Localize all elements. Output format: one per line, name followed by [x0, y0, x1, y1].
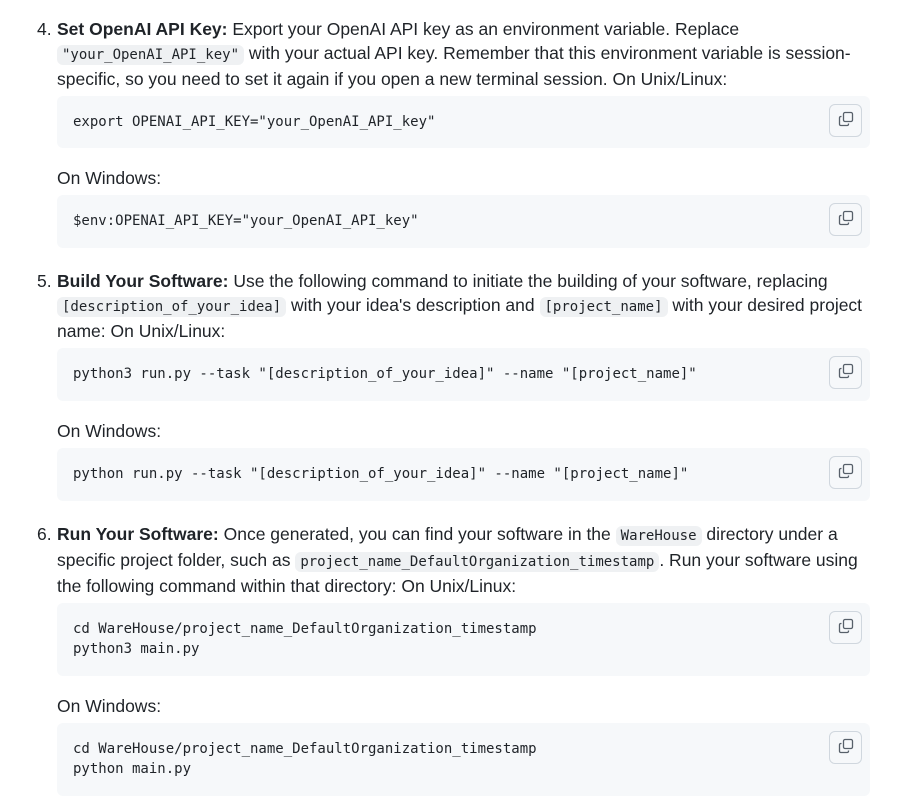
windows-label: On Windows:	[57, 421, 162, 441]
copy-button[interactable]	[829, 203, 862, 236]
code-block-windows: python run.py --task "[description_of_yo…	[57, 448, 870, 501]
windows-label: On Windows:	[57, 696, 162, 716]
code-block-unix: cd WareHouse/project_name_DefaultOrganiz…	[57, 603, 870, 676]
inline-code: [project_name]	[539, 297, 668, 317]
step-description: Set OpenAI API Key: Export your OpenAI A…	[57, 17, 870, 91]
copy-button[interactable]	[829, 731, 862, 764]
code-line: python main.py	[73, 761, 192, 777]
step-description: Build Your Software: Use the following c…	[57, 269, 870, 343]
copy-icon	[838, 736, 854, 760]
copy-icon	[838, 616, 854, 640]
step-title: Set OpenAI API Key:	[57, 19, 228, 39]
code-block-unix: python3 run.py --task "[description_of_y…	[57, 348, 870, 401]
inline-code: "your_OpenAI_API_key"	[57, 45, 245, 65]
instruction-steps: 4. Set OpenAI API Key: Export your OpenA…	[0, 0, 899, 796]
copy-icon	[838, 361, 854, 385]
code-line: $env:OPENAI_API_KEY="your_OpenAI_API_key…	[73, 213, 419, 229]
windows-label: On Windows:	[57, 168, 162, 188]
code-line: python run.py --task "[description_of_yo…	[73, 466, 689, 482]
copy-icon	[838, 461, 854, 485]
step-number: 4.	[37, 19, 52, 39]
code-line: python3 main.py	[73, 641, 200, 657]
copy-icon	[838, 109, 854, 133]
code-block-windows: cd WareHouse/project_name_DefaultOrganiz…	[57, 723, 870, 796]
inline-code: project_name_DefaultOrganization_timesta…	[295, 552, 660, 572]
copy-button[interactable]	[829, 456, 862, 489]
step-text: Use the following command to initiate th…	[228, 271, 828, 291]
copy-button[interactable]	[829, 104, 862, 137]
step-title: Run Your Software:	[57, 524, 219, 544]
code-line: export OPENAI_API_KEY="your_OpenAI_API_k…	[73, 114, 436, 130]
copy-button[interactable]	[829, 356, 862, 389]
step-4: 4. Set OpenAI API Key: Export your OpenA…	[0, 0, 899, 248]
code-block-windows: $env:OPENAI_API_KEY="your_OpenAI_API_key…	[57, 195, 870, 248]
step-text: Export your OpenAI API key as an environ…	[227, 19, 740, 39]
step-number: 5.	[37, 271, 52, 291]
step-text: with your idea's description and	[286, 295, 540, 315]
code-block-unix: export OPENAI_API_KEY="your_OpenAI_API_k…	[57, 96, 870, 148]
code-line: cd WareHouse/project_name_DefaultOrganiz…	[73, 741, 537, 757]
step-text: Once generated, you can find your softwa…	[218, 524, 616, 544]
step-title: Build Your Software:	[57, 271, 229, 291]
code-line: python3 run.py --task "[description_of_y…	[73, 366, 697, 382]
copy-button[interactable]	[829, 611, 862, 644]
step-5: 5. Build Your Software: Use the followin…	[0, 248, 899, 501]
step-description: Run Your Software: Once generated, you c…	[57, 522, 870, 598]
inline-code: WareHouse	[615, 526, 702, 546]
inline-code: [description_of_your_idea]	[57, 297, 287, 317]
step-number: 6.	[37, 524, 52, 544]
step-6: 6. Run Your Software: Once generated, yo…	[0, 501, 899, 796]
code-line: cd WareHouse/project_name_DefaultOrganiz…	[73, 621, 537, 637]
copy-icon	[838, 208, 854, 232]
